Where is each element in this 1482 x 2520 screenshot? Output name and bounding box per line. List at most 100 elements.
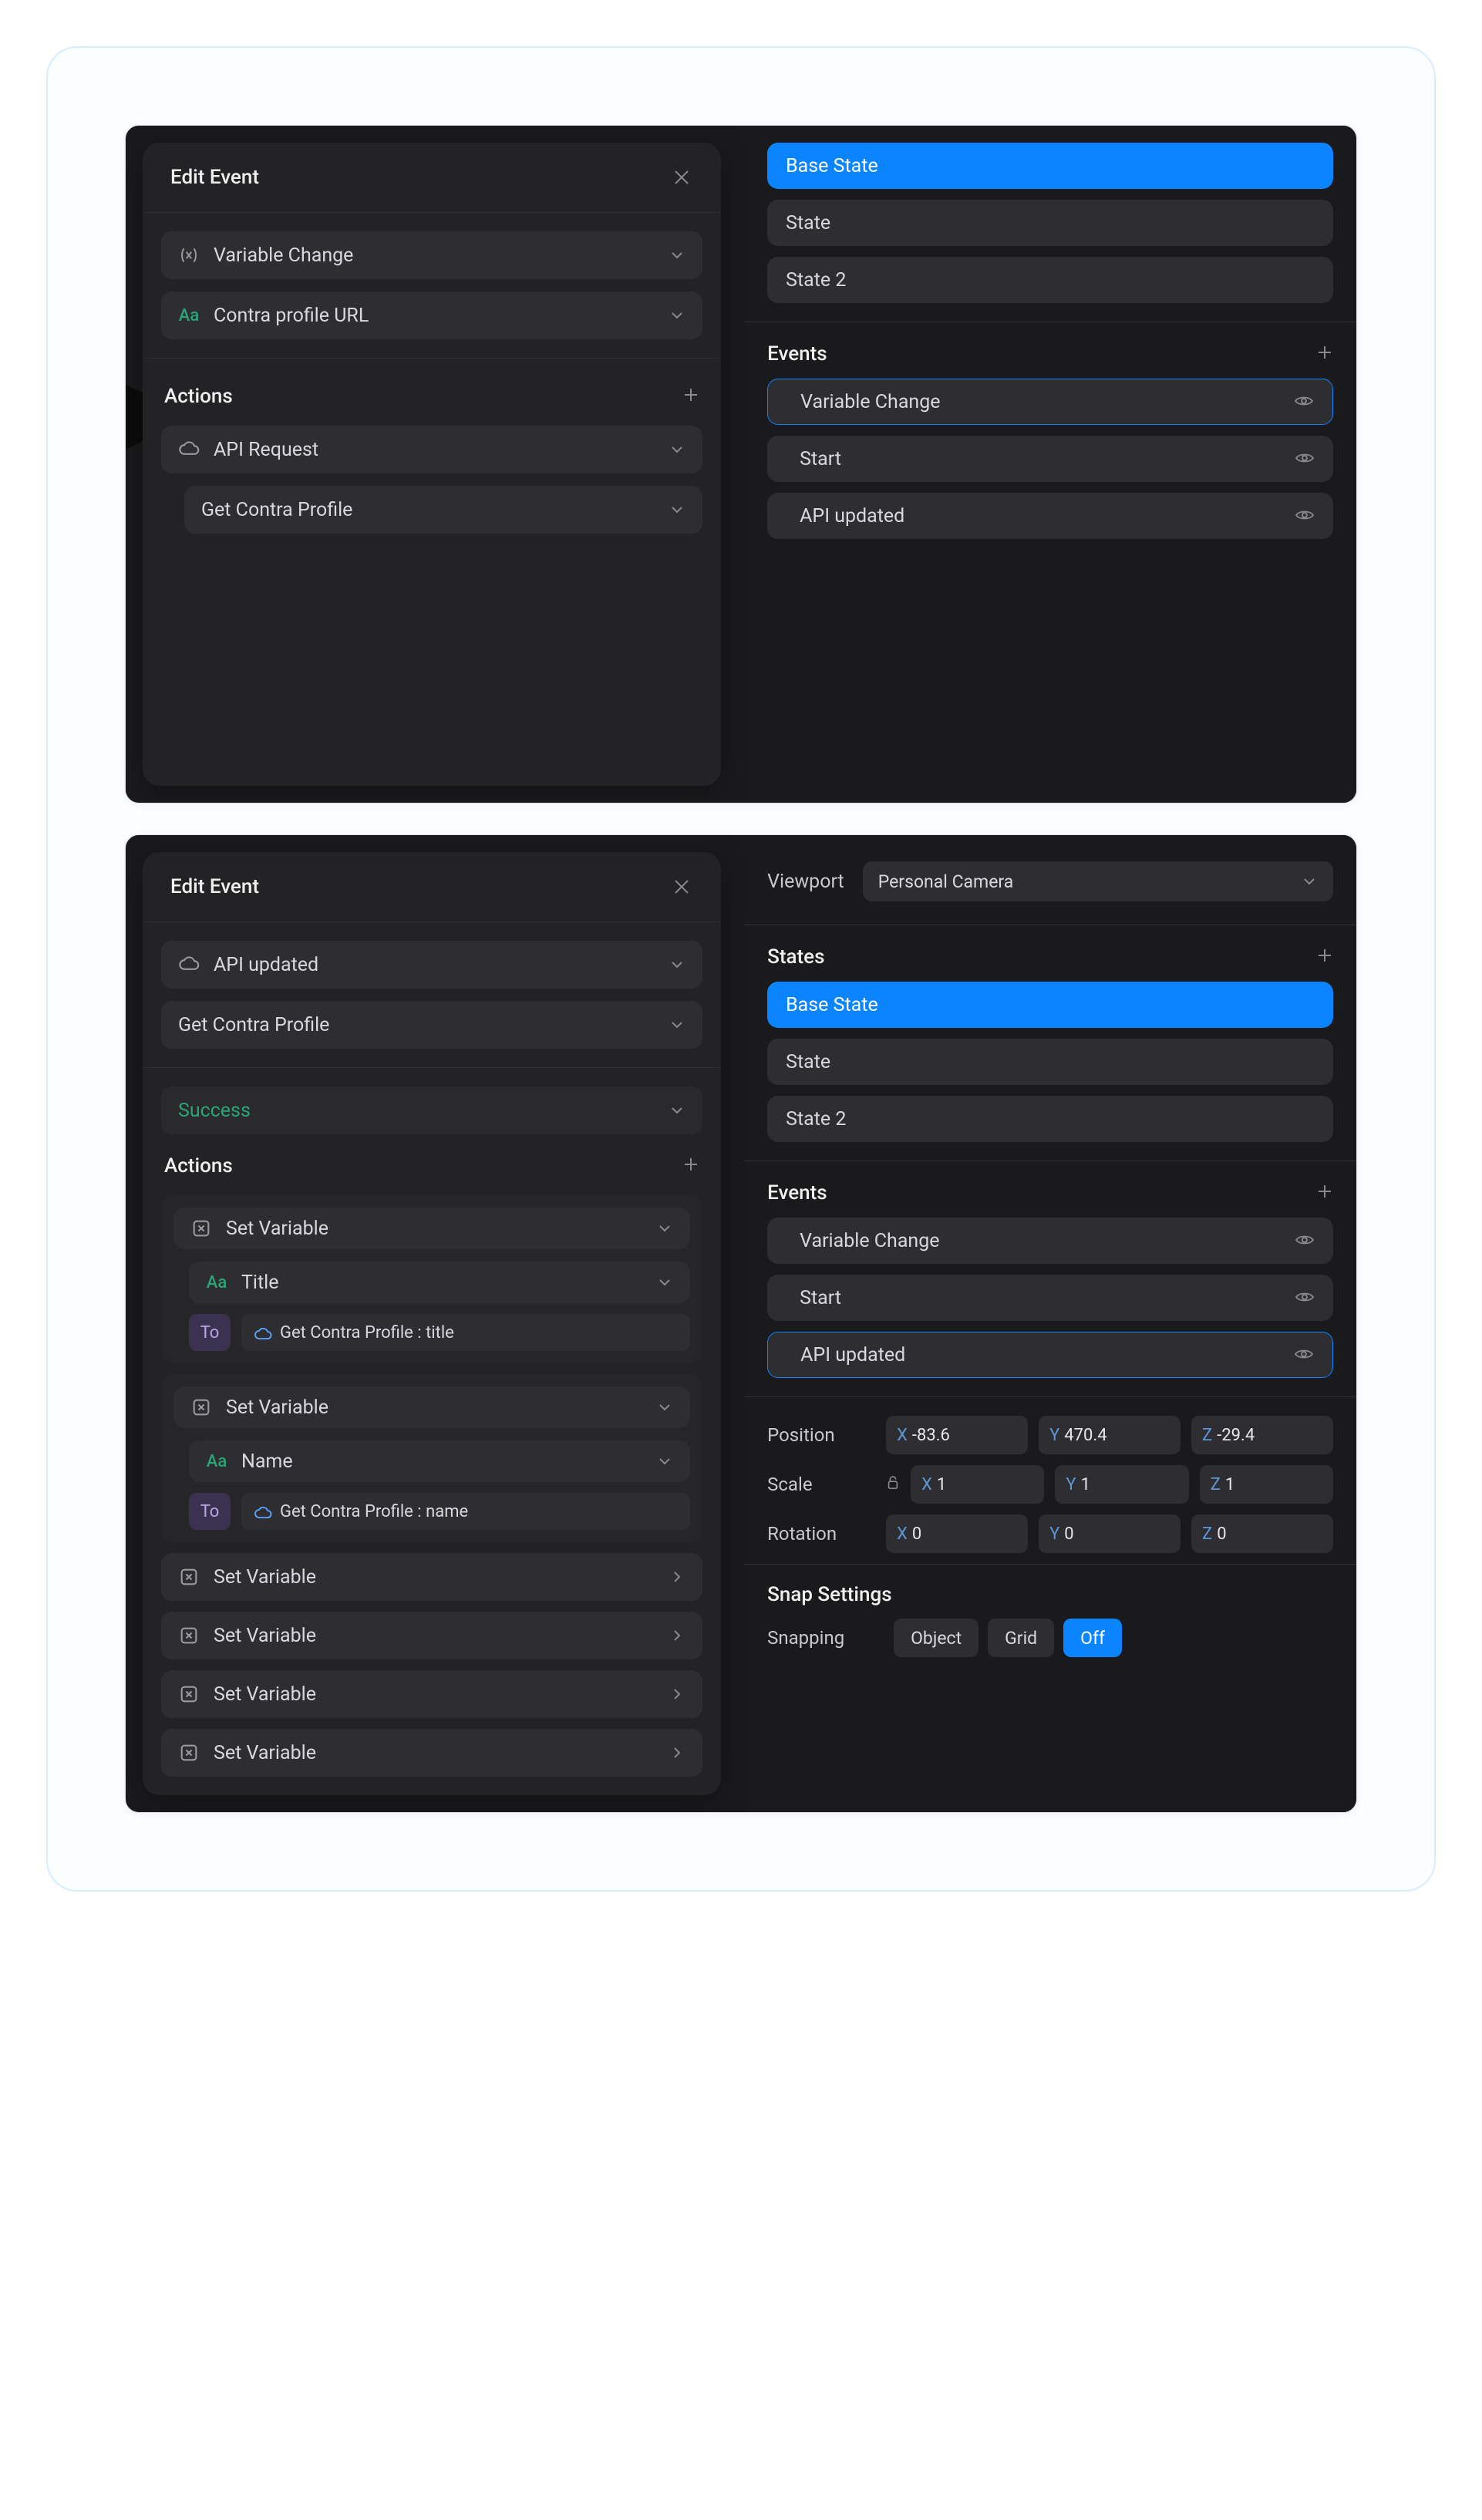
screenshot-2: Edit Event API updated Get Contra Profil…: [125, 834, 1357, 1813]
chevron-right-icon: [669, 1627, 685, 1644]
chevron-right-icon: [669, 1744, 685, 1761]
value-text: Get Contra Profile : title: [280, 1323, 454, 1343]
add-action-button[interactable]: [682, 1153, 699, 1178]
trigger-type-select[interactable]: Variable Change: [161, 231, 702, 279]
variable-label: Name: [241, 1450, 642, 1473]
snap-option-grid[interactable]: Grid: [988, 1619, 1054, 1657]
chevron-down-icon: [669, 956, 685, 973]
status-select[interactable]: Success: [161, 1086, 702, 1134]
action-collapsed[interactable]: Set Variable: [161, 1670, 702, 1718]
trigger-select[interactable]: API updated: [161, 941, 702, 989]
variable-select[interactable]: Aa Contra profile URL: [161, 291, 702, 339]
to-label: To: [189, 1493, 231, 1530]
add-event-button[interactable]: [1316, 341, 1333, 366]
visibility-icon[interactable]: [1295, 1230, 1315, 1252]
action-type-label: API Request: [214, 439, 655, 461]
set-variable-icon: [178, 1625, 200, 1646]
scale-z[interactable]: Z1: [1200, 1465, 1333, 1504]
chevron-down-icon: [1301, 873, 1318, 890]
scale-x[interactable]: X1: [911, 1465, 1044, 1504]
variable-select[interactable]: AaTitle: [189, 1262, 690, 1303]
action-block: Set Variable AaName To Get Contra Profile :…: [161, 1374, 702, 1542]
chevron-down-icon: [669, 501, 685, 518]
event-item[interactable]: Start: [767, 436, 1333, 482]
event-item[interactable]: Start: [767, 1275, 1333, 1321]
snapping-label: Snapping: [767, 1627, 883, 1649]
action-block: Set Variable AaTitle To Get Contra Profile …: [161, 1195, 702, 1363]
visibility-icon[interactable]: [1295, 448, 1315, 470]
state-item[interactable]: State: [767, 200, 1333, 246]
source-select[interactable]: Get Contra Profile: [161, 1001, 702, 1049]
chevron-down-icon: [669, 1016, 685, 1033]
action-collapsed[interactable]: Set Variable: [161, 1729, 702, 1777]
position-x[interactable]: X-83.6: [886, 1416, 1028, 1454]
action-type-label: Set Variable: [214, 1742, 655, 1764]
value-source-pill[interactable]: Get Contra Profile : title: [241, 1314, 690, 1351]
variable-select[interactable]: AaName: [189, 1440, 690, 1482]
event-item[interactable]: Variable Change: [767, 1218, 1333, 1264]
action-collapsed[interactable]: Set Variable: [161, 1612, 702, 1659]
action-type-label: Set Variable: [226, 1396, 642, 1419]
action-type-select[interactable]: API Request: [161, 426, 702, 473]
state-item[interactable]: Base State: [767, 982, 1333, 1028]
state-item[interactable]: State 2: [767, 1096, 1333, 1142]
rotation-label: Rotation: [767, 1523, 875, 1545]
status-label: Success: [178, 1100, 655, 1122]
event-item[interactable]: API updated: [767, 1332, 1333, 1378]
state-item[interactable]: State: [767, 1039, 1333, 1085]
action-value-select[interactable]: Get Contra Profile: [184, 486, 702, 534]
position-label: Position: [767, 1424, 875, 1446]
viewport-value: Personal Camera: [878, 871, 1014, 892]
chevron-down-icon: [656, 1220, 673, 1237]
cloud-icon: [178, 954, 200, 975]
cloud-icon: [254, 1326, 272, 1339]
position-z[interactable]: Z-29.4: [1191, 1416, 1333, 1454]
scale-y[interactable]: Y1: [1055, 1465, 1188, 1504]
edit-event-modal-2: Edit Event API updated Get Contra Profil…: [143, 852, 721, 1795]
snap-option-object[interactable]: Object: [894, 1619, 978, 1657]
viewport-select[interactable]: Personal Camera: [863, 861, 1333, 901]
action-type-label: Set Variable: [214, 1625, 655, 1647]
side-panel: Base State State State 2 Events Variable C…: [744, 126, 1356, 803]
source-label: Get Contra Profile: [178, 1014, 655, 1036]
value-text: Get Contra Profile : name: [280, 1502, 468, 1521]
chevron-down-icon: [669, 1102, 685, 1119]
state-item[interactable]: State 2: [767, 257, 1333, 303]
action-type-select[interactable]: Set Variable: [173, 1208, 690, 1249]
event-item[interactable]: Variable Change: [767, 379, 1333, 425]
modal-title: Edit Event: [170, 875, 259, 898]
action-collapsed[interactable]: Set Variable: [161, 1553, 702, 1601]
lock-icon[interactable]: [886, 1474, 900, 1494]
add-action-button[interactable]: [682, 383, 699, 409]
close-icon[interactable]: [670, 875, 693, 898]
add-state-button[interactable]: [1316, 944, 1333, 969]
event-label: Start: [800, 1287, 841, 1309]
events-heading: Events: [767, 342, 827, 366]
rotation-x[interactable]: X0: [886, 1514, 1028, 1553]
state-item[interactable]: Base State: [767, 143, 1333, 189]
trigger-type-label: Variable Change: [214, 244, 655, 267]
close-icon[interactable]: [670, 166, 693, 189]
cloud-icon: [178, 439, 200, 460]
scale-label: Scale: [767, 1474, 875, 1495]
action-value-label: Get Contra Profile: [201, 499, 655, 521]
actions-heading: Actions: [164, 1154, 233, 1177]
states-heading: States: [767, 945, 824, 969]
event-item[interactable]: API updated: [767, 493, 1333, 539]
chevron-right-icon: [669, 1686, 685, 1703]
visibility-icon[interactable]: [1294, 391, 1314, 413]
visibility-icon[interactable]: [1294, 1344, 1314, 1366]
value-source-pill[interactable]: Get Contra Profile : name: [241, 1493, 690, 1530]
action-type-label: Set Variable: [226, 1218, 642, 1240]
position-y[interactable]: Y470.4: [1039, 1416, 1181, 1454]
visibility-icon[interactable]: [1295, 505, 1315, 527]
add-event-button[interactable]: [1316, 1180, 1333, 1205]
to-label: To: [189, 1314, 231, 1351]
snap-option-off[interactable]: Off: [1063, 1619, 1122, 1657]
event-label: Variable Change: [800, 1230, 939, 1252]
rotation-y[interactable]: Y0: [1039, 1514, 1181, 1553]
rotation-z[interactable]: Z0: [1191, 1514, 1333, 1553]
action-type-label: Set Variable: [214, 1683, 655, 1706]
action-type-select[interactable]: Set Variable: [173, 1386, 690, 1428]
visibility-icon[interactable]: [1295, 1287, 1315, 1309]
